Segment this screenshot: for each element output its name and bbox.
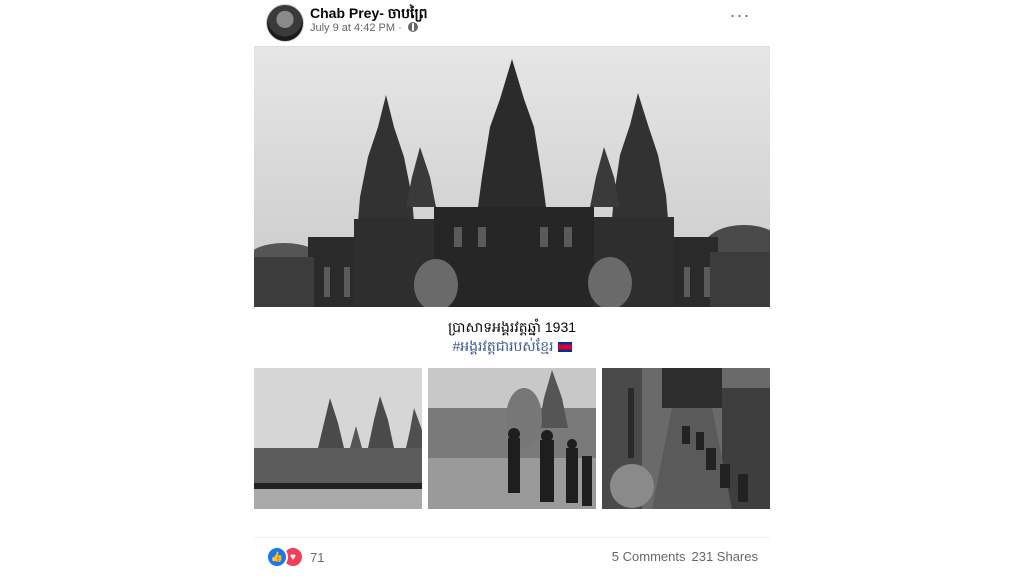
post-stats: 5 Comments 231 Shares [612,549,758,564]
photo-thumb-1[interactable] [254,368,422,509]
temple-distant-photo [254,368,422,509]
shares-count[interactable]: 231 Shares [692,549,759,564]
post-caption: ប្រាសាទអង្គរវត្តឆ្នាំ 1931 #អង្គរវត្តជារ… [254,318,770,356]
comments-count[interactable]: 5 Comments [612,549,686,564]
author-avatar[interactable] [266,4,304,42]
photo-thumb-3[interactable] [602,368,770,509]
facebook-post: Chab Prey- ចាបព្រៃ July 9 at 4:42 PM · ·… [254,0,770,576]
temple-photo [254,47,770,307]
caption-text: ប្រាសាទអង្គរវត្តឆ្នាំ 1931 [447,319,577,335]
post-header: Chab Prey- ចាបព្រៃ July 9 at 4:42 PM · ·… [254,0,770,48]
temple-stairs-photo [602,368,770,509]
temple-visitors-photo [428,368,596,509]
more-options-icon[interactable]: ··· [726,6,754,28]
photo-thumb-2[interactable] [428,368,596,509]
reactions-summary[interactable]: 👍 ♥ 71 [266,546,324,568]
main-photo-angkor-wat[interactable] [254,47,770,307]
cambodia-flag-icon [557,342,572,352]
post-timestamp[interactable]: July 9 at 4:42 PM [310,22,395,34]
reaction-count[interactable]: 71 [310,550,324,565]
globe-icon [407,22,418,32]
caption-hashtag[interactable]: #អង្គរវត្តជារបស់ខ្មែរ [452,338,553,354]
post-meta: July 9 at 4:42 PM · [310,22,418,34]
like-icon: 👍 [266,546,288,568]
photo-grid [254,368,770,509]
footer-divider [254,537,770,538]
